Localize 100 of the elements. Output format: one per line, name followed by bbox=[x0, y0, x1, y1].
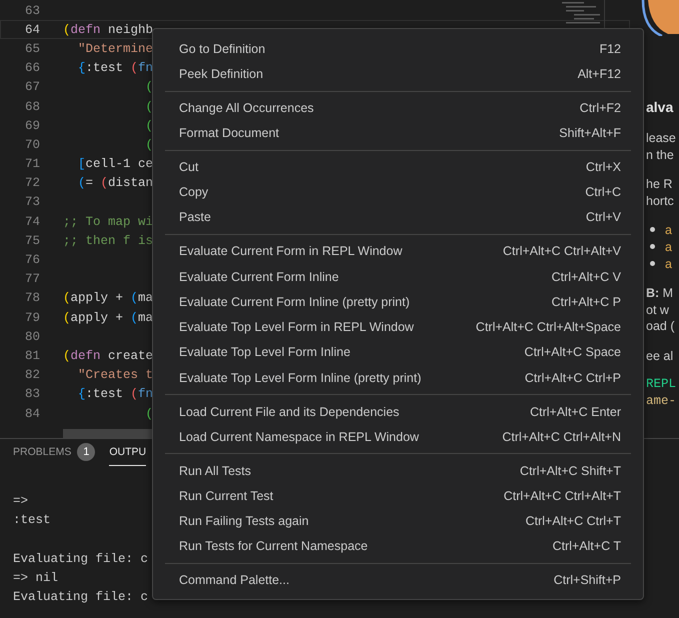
line-number: 67 bbox=[24, 80, 40, 94]
menu-item[interactable]: Command Palette... Ctrl+Shift+P bbox=[153, 568, 643, 593]
output-line: => bbox=[13, 493, 28, 510]
output-line: :test bbox=[13, 512, 51, 530]
menu-item[interactable]: Evaluate Current Form Inline Ctrl+Alt+C V bbox=[153, 264, 643, 290]
output-line: => nil bbox=[13, 570, 58, 588]
line-number: 68 bbox=[24, 100, 40, 114]
menu-item[interactable]: Copy Ctrl+C bbox=[153, 179, 643, 205]
menu-item[interactable]: Paste Ctrl+V bbox=[153, 204, 643, 230]
menu-item[interactable]: Run Tests for Current Namespace Ctrl+Alt+C T bbox=[153, 534, 643, 560]
code-line: ( bbox=[144, 80, 154, 94]
keyboard-shortcut: Ctrl+V bbox=[586, 210, 621, 224]
menu-item[interactable]: Evaluate Current Form Inline (pretty print) Ctrl+Alt+C P bbox=[153, 289, 643, 314]
code-line: {:test (fn bbox=[77, 387, 154, 402]
keyboard-shortcut: Alt+F12 bbox=[578, 66, 621, 81]
menu-item[interactable]: Load Current File and its Dependencies Ctrl+Alt+C Enter bbox=[153, 398, 643, 424]
paragraph-text: B: M ot w oad ( bbox=[646, 285, 676, 334]
paragraph-text: lease n the bbox=[646, 130, 677, 163]
menu-item[interactable]: Evaluate Top Level Form in REPL Window Ctrl+Alt+C Ctrl+Alt+Space bbox=[153, 314, 643, 340]
menu-item[interactable]: Change All Occurrences Ctrl+F2 bbox=[153, 95, 643, 120]
line-number: 81 bbox=[24, 348, 40, 363]
line-number: 84 bbox=[24, 406, 40, 421]
code-line: ( bbox=[144, 138, 154, 152]
code-line: {:test (fn bbox=[77, 61, 154, 76]
panel-tab[interactable]: PROBLEMS 1 bbox=[13, 439, 96, 466]
keyboard-shortcut: Ctrl+Alt+C T bbox=[552, 539, 621, 554]
code-line: "Determine bbox=[77, 42, 154, 56]
menu-item[interactable]: Evaluate Current Form in REPL Window Ctrl+Alt+C Ctrl+Alt+V bbox=[153, 238, 643, 264]
line-number: 74 bbox=[24, 214, 40, 229]
line-number: 73 bbox=[24, 195, 40, 210]
output-line: Evaluating file: c bbox=[13, 550, 148, 568]
keyboard-shortcut: Ctrl+Alt+C Enter bbox=[530, 404, 621, 418]
code-line: (defn create bbox=[63, 348, 154, 363]
line-number: 82 bbox=[24, 368, 40, 382]
keyboard-shortcut: Ctrl+Alt+C Ctrl+Alt+Space bbox=[476, 320, 621, 334]
line-number: 65 bbox=[24, 42, 40, 56]
code-line: ( bbox=[144, 406, 154, 421]
code-line: (= (distan bbox=[77, 176, 154, 190]
menu-item[interactable]: Run Current Test Ctrl+Alt+C Ctrl+Alt+T bbox=[153, 483, 643, 509]
line-number: 66 bbox=[24, 61, 40, 76]
line-number: 83 bbox=[24, 387, 40, 402]
line-number: 75 bbox=[24, 234, 40, 248]
line-number: 70 bbox=[24, 138, 40, 152]
menu-item[interactable]: Run All Tests Ctrl+Alt+C Shift+T bbox=[153, 458, 643, 484]
menu-item[interactable]: Go to Definition F12 bbox=[153, 36, 643, 62]
keyboard-shortcut: Ctrl+Alt+C Ctrl+Alt+T bbox=[504, 488, 621, 503]
keyboard-shortcut: Ctrl+Alt+C Ctrl+Alt+N bbox=[502, 430, 621, 444]
keyboard-shortcut: Ctrl+Alt+C P bbox=[552, 294, 621, 309]
keyboard-shortcut: Ctrl+Alt+C Shift+T bbox=[520, 464, 621, 478]
keyboard-shortcut: Ctrl+Alt+C Ctrl+T bbox=[525, 514, 621, 528]
menu-item[interactable]: Cut Ctrl+X bbox=[153, 154, 643, 180]
code-line: ( bbox=[144, 118, 154, 133]
code-line: (apply + (ma bbox=[63, 310, 154, 325]
menu-item[interactable]: Format Document Shift+Alt+F bbox=[153, 120, 643, 146]
keyboard-shortcut: Ctrl+Alt+C Ctrl+P bbox=[524, 370, 621, 385]
menu-item[interactable]: Peek Definition Alt+F12 bbox=[153, 61, 643, 87]
line-number: 64 bbox=[24, 22, 40, 37]
line-number: 71 bbox=[24, 157, 40, 172]
code-line: ;; To map wi bbox=[63, 214, 154, 229]
panel-tab[interactable]: OUTPU bbox=[109, 439, 146, 466]
count-badge: 1 bbox=[77, 443, 96, 461]
line-number: 77 bbox=[24, 272, 40, 286]
keyboard-shortcut: Ctrl+Shift+P bbox=[554, 573, 621, 588]
line-number: 79 bbox=[24, 310, 40, 325]
line-number: 80 bbox=[24, 330, 40, 344]
keyboard-shortcut: Ctrl+C bbox=[585, 185, 621, 200]
keyboard-shortcut: F12 bbox=[599, 42, 621, 56]
keyboard-shortcut: Ctrl+Alt+C Ctrl+Alt+V bbox=[502, 244, 621, 258]
list-item-text: a bbox=[665, 240, 672, 254]
code-line: "Creates t bbox=[77, 368, 154, 382]
paragraph-text: ee al bbox=[646, 348, 674, 364]
line-number: 76 bbox=[24, 253, 40, 268]
code-line: ( bbox=[144, 100, 154, 114]
paragraph-text: he R hortc bbox=[646, 176, 675, 209]
code-text: REPL bbox=[646, 376, 678, 393]
keyboard-shortcut: Ctrl+Alt+C Space bbox=[524, 345, 621, 360]
keyboard-shortcut: Ctrl+F2 bbox=[580, 100, 621, 115]
keyboard-shortcut: Shift+Alt+F bbox=[559, 126, 621, 140]
bullet-icon bbox=[650, 261, 655, 266]
bullet-icon bbox=[650, 244, 655, 249]
code-line: ;; then f is bbox=[63, 234, 154, 248]
line-number: 69 bbox=[24, 118, 40, 133]
list-item-text: a bbox=[665, 256, 672, 270]
menu-item[interactable]: Evaluate Top Level Form Inline (pretty print) Ctrl+Alt+C Ctrl+P bbox=[153, 365, 643, 390]
line-number: 63 bbox=[24, 4, 40, 18]
menu-item[interactable]: Run Failing Tests again Ctrl+Alt+C Ctrl+T bbox=[153, 508, 643, 534]
code-line: [cell-1 ce bbox=[77, 157, 154, 172]
output-line: Evaluating file: c bbox=[13, 589, 148, 606]
heading: alva bbox=[646, 98, 674, 117]
code-line: (apply + (ma bbox=[63, 291, 154, 306]
line-number: 78 bbox=[24, 291, 40, 306]
bullet-icon bbox=[650, 227, 655, 232]
code-line: (defn neighb bbox=[63, 22, 154, 37]
line-number: 72 bbox=[24, 176, 40, 190]
keyboard-shortcut: Ctrl+X bbox=[586, 160, 621, 174]
code-text: ame- bbox=[646, 393, 678, 410]
keyboard-shortcut: Ctrl+Alt+C V bbox=[552, 270, 621, 284]
menu-item[interactable]: Evaluate Top Level Form Inline Ctrl+Alt+C Space bbox=[153, 340, 643, 366]
menu-item[interactable]: Load Current Namespace in REPL Window Ctrl+Alt+C Ctrl+Alt+N bbox=[153, 424, 643, 450]
list-item-text: a bbox=[665, 222, 672, 236]
